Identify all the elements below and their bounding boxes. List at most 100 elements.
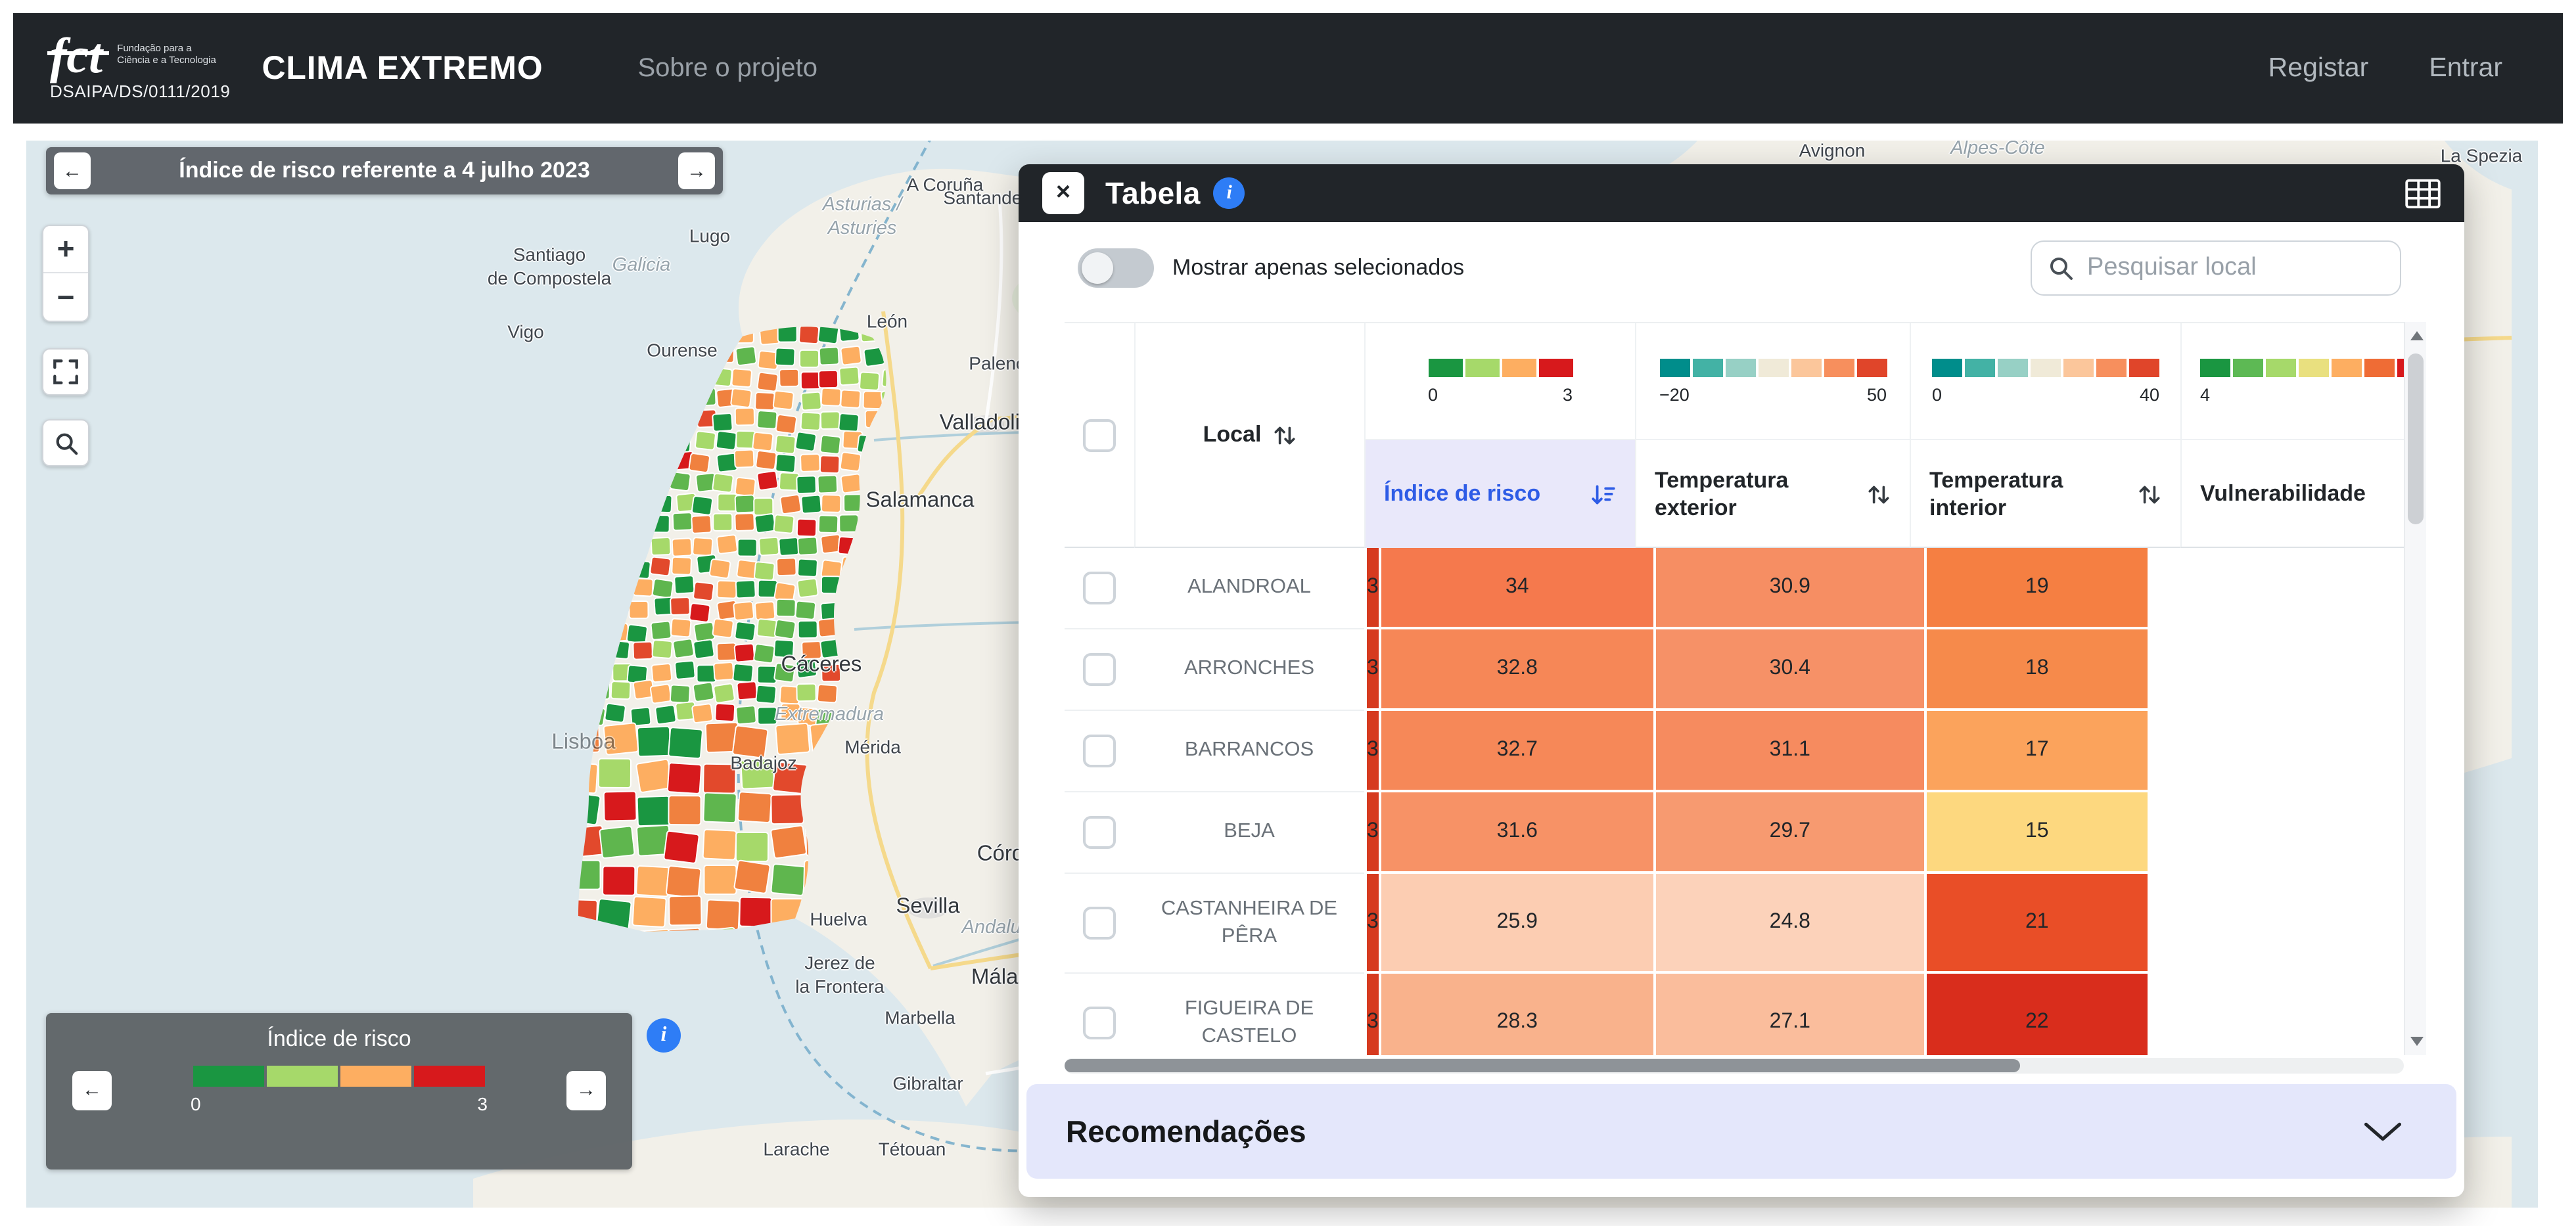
row-checkbox[interactable] xyxy=(1083,572,1116,604)
vertical-scrollbar[interactable] xyxy=(2404,322,2426,1055)
login-link[interactable]: Entrar xyxy=(2429,53,2502,84)
table-panel: × Tabela i Mostrar apenas selecionados xyxy=(1019,164,2464,1197)
toggle-knob xyxy=(1082,252,1113,284)
scroll-up-arrow[interactable] xyxy=(2410,331,2424,340)
vuln-color-scale xyxy=(2200,358,2404,376)
scale-max: 50 xyxy=(1867,384,1887,404)
select-all-checkbox[interactable] xyxy=(1083,419,1116,451)
legend-max: 3 xyxy=(477,1093,488,1114)
scale-swatch xyxy=(2096,358,2127,376)
close-button[interactable]: × xyxy=(1042,172,1084,214)
column-risk-index[interactable]: Índice de risco xyxy=(1366,439,1635,548)
scale-min: −20 xyxy=(1659,384,1690,404)
recommendations-accordion[interactable]: Recomendações xyxy=(1026,1084,2456,1179)
temp-ext-color-scale xyxy=(1659,358,1887,376)
scale-swatch xyxy=(2063,358,2094,376)
table-view-icon[interactable] xyxy=(2405,178,2441,208)
legend-color-scale xyxy=(193,1066,485,1087)
temp-int-cell: 27.1 xyxy=(1653,974,1924,1055)
sort-icon xyxy=(2137,482,2162,507)
vertical-scroll-thumb[interactable] xyxy=(2408,353,2424,524)
scale-swatch xyxy=(193,1066,264,1087)
search-input[interactable] xyxy=(2087,254,2384,283)
risk-index-cell: 3 xyxy=(1364,874,1379,974)
table-row: ARRONCHES 3 32.8 30.4 18 xyxy=(1065,629,2404,711)
table-row: BARRANCOS 3 32.7 31.1 17 xyxy=(1065,711,2404,792)
column-local-label: Local xyxy=(1203,422,1262,448)
column-temp-int-label: Temperatura interior xyxy=(1929,466,2087,522)
table-row: FIGUEIRA DE CASTELO 3 28.3 27.1 22 xyxy=(1065,974,2404,1055)
row-checkbox[interactable] xyxy=(1083,653,1116,686)
horizontal-scrollbar[interactable] xyxy=(1065,1058,2404,1074)
scale-swatch xyxy=(1692,358,1722,376)
temp-ext-cell: 31.6 xyxy=(1379,792,1653,874)
scale-swatch xyxy=(267,1066,338,1087)
temp-ext-cell: 32.8 xyxy=(1379,629,1653,711)
zoom-out-button[interactable]: − xyxy=(43,273,88,321)
project-reference: DSAIPA/DS/0111/2019 xyxy=(50,81,230,101)
table-body: ALANDROAL 3 34 30.9 19 ARRONCHES 3 32.8 … xyxy=(1065,548,2404,1055)
row-checkbox[interactable] xyxy=(1083,735,1116,767)
scale-swatch xyxy=(1791,358,1821,376)
row-checkbox[interactable] xyxy=(1083,907,1116,940)
panel-header: × Tabela i xyxy=(1019,164,2464,222)
scale-max: 40 xyxy=(2140,384,2159,404)
date-bar-label: Índice de risco referente a 4 julho 2023 xyxy=(99,158,670,184)
zoom-in-button[interactable]: + xyxy=(43,226,88,273)
risk-color-scale xyxy=(1428,358,1573,376)
scale-swatch xyxy=(2332,358,2362,376)
table-info-icon[interactable]: i xyxy=(1214,177,1245,209)
scale-swatch xyxy=(2129,358,2159,376)
nav-about-link[interactable]: Sobre o projeto xyxy=(637,53,817,83)
temp-int-cell: 29.7 xyxy=(1653,792,1924,874)
fullscreen-icon xyxy=(53,359,79,385)
legend-next-button[interactable]: → xyxy=(566,1070,606,1110)
register-link[interactable]: Registar xyxy=(2268,53,2369,84)
risk-legend: Índice de risco ← 0 3 → xyxy=(46,1013,632,1169)
panel-title: Tabela xyxy=(1105,175,1201,211)
local-name: ALANDROAL xyxy=(1177,574,1322,602)
search-icon xyxy=(2048,255,2074,281)
scale-swatch xyxy=(340,1066,411,1087)
fct-logo-text: fct xyxy=(50,35,109,78)
date-bar: ← Índice de risco referente a 4 julho 20… xyxy=(46,147,723,194)
column-local[interactable]: Local xyxy=(1134,323,1364,548)
next-date-button[interactable]: → xyxy=(678,152,715,189)
table-row: ALANDROAL 3 34 30.9 19 xyxy=(1065,548,2404,629)
column-vulnerability-label: Vulnerabilidade xyxy=(2200,480,2366,509)
column-temp-ext[interactable]: Temperatura exterior xyxy=(1636,439,1910,548)
table-header: Local 0 3 xyxy=(1065,322,2404,548)
prev-date-button[interactable]: ← xyxy=(54,152,91,189)
column-vulnerability[interactable]: Vulnerabilidade xyxy=(2182,439,2404,548)
vulnerability-cell: 19 xyxy=(1924,548,2148,629)
scale-swatch xyxy=(1932,358,1962,376)
row-checkbox[interactable] xyxy=(1083,1007,1116,1039)
horizontal-scroll-thumb[interactable] xyxy=(1065,1059,2020,1072)
table-controls: Mostrar apenas selecionados xyxy=(1019,222,2464,306)
local-name: ARRONCHES xyxy=(1174,656,1325,683)
scale-swatch xyxy=(2233,358,2263,376)
legend-info-icon[interactable]: i xyxy=(647,1018,681,1053)
temp-int-color-scale xyxy=(1932,358,2159,376)
legend-prev-button[interactable]: ← xyxy=(72,1070,112,1110)
risk-index-cell: 3 xyxy=(1364,974,1379,1055)
vulnerability-cell: 22 xyxy=(1924,974,2148,1055)
app-title: CLIMA EXTREMO xyxy=(262,49,543,87)
column-temp-int[interactable]: Temperatura interior xyxy=(1911,439,2180,548)
row-checkbox[interactable] xyxy=(1083,816,1116,849)
fct-logo: fct Fundação para a Ciência e a Tecnolog… xyxy=(50,35,230,102)
legend-title: Índice de risco xyxy=(46,1013,632,1053)
scale-swatch xyxy=(2200,358,2230,376)
scale-swatch xyxy=(1465,358,1499,376)
toggle-label: Mostrar apenas selecionados xyxy=(1172,255,1464,281)
app: fct Fundação para a Ciência e a Tecnolog… xyxy=(0,0,2576,1226)
local-name: BARRANCOS xyxy=(1174,737,1324,765)
fullscreen-button[interactable] xyxy=(42,348,89,396)
scale-swatch xyxy=(1502,358,1536,376)
map-search-button[interactable] xyxy=(42,419,89,466)
vulnerability-cell: 21 xyxy=(1924,874,2148,974)
scale-max: 3 xyxy=(1563,384,1573,404)
show-selected-toggle[interactable] xyxy=(1078,248,1154,288)
sort-icon xyxy=(1272,422,1297,447)
scroll-down-arrow[interactable] xyxy=(2410,1037,2424,1046)
